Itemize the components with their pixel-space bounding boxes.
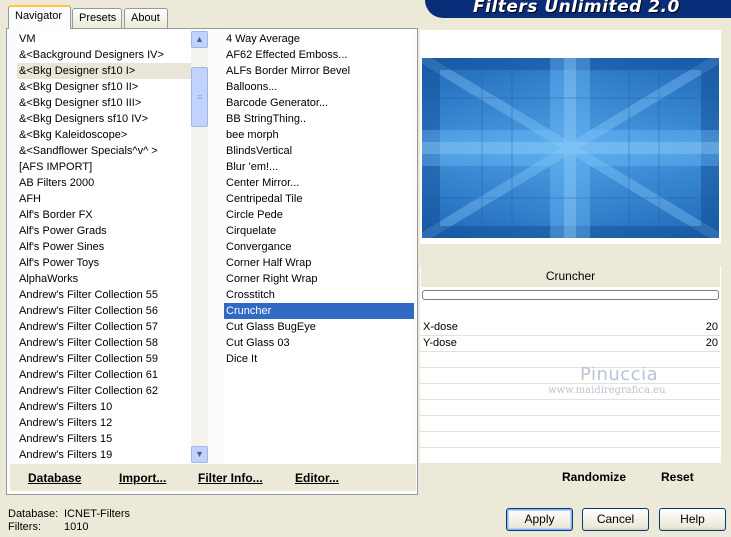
editor-link[interactable]: Editor...	[295, 471, 339, 485]
category-item[interactable]: &<Bkg Designers sf10 IV>	[17, 111, 191, 127]
param-row-empty	[420, 352, 720, 368]
filter-item[interactable]: Dice It	[224, 351, 414, 367]
watermark-name: Pinuccia	[580, 364, 659, 385]
category-item[interactable]: Alf's Border FX	[17, 207, 191, 223]
filter-item[interactable]: Cirquelate	[224, 223, 414, 239]
filter-item[interactable]: Corner Right Wrap	[224, 271, 414, 287]
filter-item[interactable]: 4 Way Average	[224, 31, 414, 47]
database-link[interactable]: Database	[28, 471, 81, 485]
param-row-empty	[420, 432, 720, 448]
filter-item[interactable]: Corner Half Wrap	[224, 255, 414, 271]
category-item[interactable]: Andrew's Filters 15	[17, 431, 191, 447]
param-row[interactable]: Y-dose 20	[420, 336, 720, 352]
progress-bar	[422, 290, 719, 300]
category-item[interactable]: Andrew's Filters 10	[17, 399, 191, 415]
param-value[interactable]: 20	[706, 320, 718, 335]
category-item[interactable]: Alf's Power Sines	[17, 239, 191, 255]
category-item[interactable]: VM	[17, 31, 191, 47]
category-item[interactable]: &<Sandflower Specials^v^ >	[17, 143, 191, 159]
tab-about[interactable]: About	[124, 8, 168, 28]
help-button[interactable]: Help	[659, 508, 726, 531]
category-item[interactable]: Alf's Power Grads	[17, 223, 191, 239]
filter-item[interactable]: ALFs Border Mirror Bevel	[224, 63, 414, 79]
filter-list[interactable]: 4 Way Average AF62 Effected Emboss... ALFs…	[224, 31, 414, 463]
category-item[interactable]: &<Bkg Kaleidoscope>	[17, 127, 191, 143]
category-item[interactable]: AB Filters 2000	[17, 175, 191, 191]
filter-item[interactable]: Balloons...	[224, 79, 414, 95]
filter-info-link[interactable]: Filter Info...	[198, 471, 263, 485]
category-item[interactable]: Andrew's Filter Collection 58	[17, 335, 191, 351]
filters-count-label: Filters:	[8, 521, 41, 533]
param-label: X-dose	[423, 321, 458, 333]
param-value[interactable]: 20	[706, 336, 718, 351]
filter-item[interactable]: Convergance	[224, 239, 414, 255]
spacer	[420, 303, 721, 320]
filter-item[interactable]: Cut Glass 03	[224, 335, 414, 351]
param-row[interactable]: X-dose 20	[420, 320, 720, 336]
preview-divider	[420, 244, 721, 266]
scroll-down-icon[interactable]: ▼	[191, 446, 208, 463]
watermark-url: www.maidiregrafica.eu	[548, 385, 666, 396]
category-item[interactable]: Andrew's Filter Collection 59	[17, 351, 191, 367]
app-title-banner: Filters Unlimited 2.0	[425, 0, 731, 18]
category-item[interactable]: Andrew's Filter Collection 61	[17, 367, 191, 383]
scroll-thumb[interactable]: ≡	[191, 67, 208, 127]
category-item[interactable]: &<Bkg Designer sf10 III>	[17, 95, 191, 111]
tab-navigator[interactable]: Navigator	[8, 5, 71, 29]
param-row-empty	[420, 400, 720, 416]
reset-button[interactable]: Reset	[661, 470, 694, 484]
category-item[interactable]: Andrew's Filters 12	[17, 415, 191, 431]
category-item[interactable]: AFH	[17, 191, 191, 207]
filter-item[interactable]: Crosstitch	[224, 287, 414, 303]
randomize-button[interactable]: Randomize	[562, 470, 626, 484]
filter-item[interactable]: Barcode Generator...	[224, 95, 414, 111]
category-item[interactable]: Andrew's Filters 19	[17, 447, 191, 463]
filter-title: Cruncher	[421, 266, 720, 287]
filter-item[interactable]: Centripedal Tile	[224, 191, 414, 207]
import-link[interactable]: Import...	[119, 471, 166, 485]
filter-item[interactable]: bee morph	[224, 127, 414, 143]
app-title: Filters Unlimited 2.0	[473, 0, 680, 17]
category-item[interactable]: Andrew's Filter Collection 55	[17, 287, 191, 303]
preview-image	[422, 58, 719, 238]
category-item[interactable]: Alf's Power Toys	[17, 255, 191, 271]
filter-toolbar: Randomize Reset	[420, 464, 720, 491]
filter-item[interactable]: BB StringThing..	[224, 111, 414, 127]
category-item[interactable]: &<Background Designers IV>	[17, 47, 191, 63]
category-item[interactable]: &<Bkg Designer sf10 I>	[17, 63, 191, 79]
apply-button[interactable]: Apply	[506, 508, 573, 531]
category-scrollbar[interactable]: ▲ ≡ ▼	[191, 31, 208, 463]
param-row-empty	[420, 368, 720, 384]
filter-item[interactable]: Blur 'em!...	[224, 159, 414, 175]
filter-item[interactable]: Center Mirror...	[224, 175, 414, 191]
tab-presets[interactable]: Presets	[72, 8, 122, 28]
category-item[interactable]: AlphaWorks	[17, 271, 191, 287]
category-item[interactable]: Andrew's Filter Collection 62	[17, 383, 191, 399]
category-item[interactable]: Andrew's Filter Collection 56	[17, 303, 191, 319]
database-status-value: ICNET-Filters	[64, 508, 130, 520]
param-row-empty	[420, 416, 720, 432]
filter-item[interactable]: Cut Glass BugEye	[224, 319, 414, 335]
filter-item[interactable]: Cruncher	[224, 303, 414, 319]
filters-count-value: 1010	[64, 521, 89, 533]
category-list[interactable]: VM &<Background Designers IV> &<Bkg Design…	[17, 31, 191, 463]
filter-item[interactable]: Circle Pede	[224, 207, 414, 223]
filter-item[interactable]: BlindsVertical	[224, 143, 414, 159]
category-item[interactable]: Andrew's Filter Collection 57	[17, 319, 191, 335]
category-item[interactable]: [AFS IMPORT]	[17, 159, 191, 175]
category-item[interactable]: &<Bkg Designer sf10 II>	[17, 79, 191, 95]
param-label: Y-dose	[423, 337, 457, 349]
filter-item[interactable]: AF62 Effected Emboss...	[224, 47, 414, 63]
cancel-button[interactable]: Cancel	[582, 508, 649, 531]
scroll-up-icon[interactable]: ▲	[191, 31, 208, 48]
database-status-label: Database:	[8, 508, 59, 520]
